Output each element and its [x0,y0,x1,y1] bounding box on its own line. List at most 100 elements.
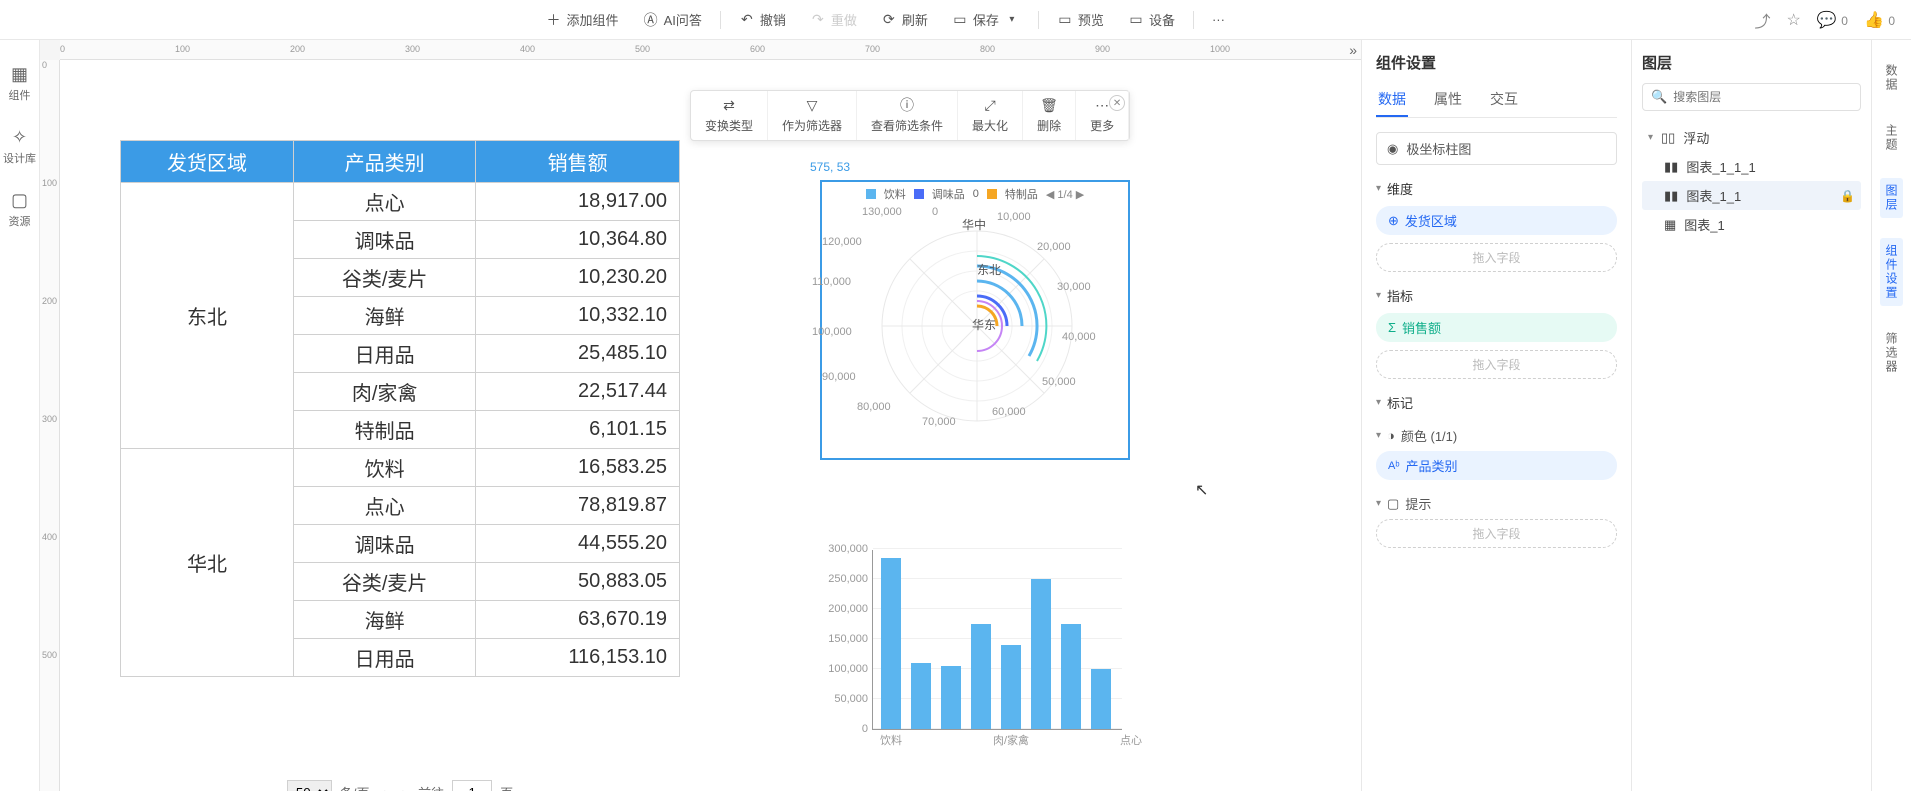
next-page-button[interactable]: › [398,785,410,791]
metric-field[interactable]: Σ销售额 [1376,313,1617,342]
layer-search[interactable]: 🔍 [1642,83,1861,111]
color-subsection[interactable]: ▾◑颜色 (1/1) [1376,426,1617,445]
comment-icon[interactable]: 💬 0 [1817,10,1848,30]
legend-pager[interactable]: ◀ 1/4 ▶ [1046,188,1084,201]
maximize-button[interactable]: ⤢最大化 [958,91,1023,140]
bar[interactable] [1001,645,1021,729]
amount-cell: 16,583.25 [476,449,680,487]
canvas[interactable]: 575, 53 ⇄变换类型 ▽作为筛选器 ⓘ查看筛选条件 ⤢最大化 🗑删除 ⋯更… [60,60,1361,791]
as-filter-button[interactable]: ▽作为筛选器 [768,91,857,140]
bar[interactable] [881,558,901,729]
redo-button[interactable]: ↷重做 [800,6,867,33]
ai-qa-button[interactable]: ⒶAI问答 [633,6,712,33]
info-icon: ⓘ [899,97,915,113]
category-cell: 谷类/麦片 [294,563,476,601]
layer-search-input[interactable] [1673,90,1852,104]
bar-chart-widget[interactable]: 050,000100,000150,000200,000250,000300,0… [820,550,1130,770]
delete-button[interactable]: 🗑删除 [1023,91,1076,140]
ruler-expand-icon[interactable]: » [1349,42,1357,58]
layers-panel: 图层 🔍 ▾▯▯浮动 ▮▮图表_1_1_1 ▮▮图表_1_1🔒 ▦图表_1 [1631,40,1871,791]
right-tab-layers[interactable]: 图层 [1880,178,1903,218]
save-icon: ▭ [952,12,968,28]
tab-attributes[interactable]: 属性 [1432,83,1464,117]
table-header[interactable]: 产品类别 [294,141,476,183]
star-icon[interactable]: ☆ [1787,10,1801,30]
transform-type-button[interactable]: ⇄变换类型 [691,91,768,140]
metric-drop-zone[interactable]: 拖入字段 [1376,350,1617,379]
tab-interaction[interactable]: 交互 [1488,83,1520,117]
add-component-button[interactable]: ＋添加组件 [536,6,629,33]
widget-toolbar-close[interactable]: ✕ [1109,95,1125,111]
right-tab-data[interactable]: 数据 [1880,58,1903,98]
puzzle-icon: ✧ [10,127,30,147]
right-tab-component-settings[interactable]: 组件设置 [1880,238,1903,306]
tip-subsection[interactable]: ▾▢提示 [1376,494,1617,513]
dimension-drop-zone[interactable]: 拖入字段 [1376,243,1617,272]
amount-cell: 10,332.10 [476,297,680,335]
device-button[interactable]: ▭设备 [1118,6,1185,33]
dots-icon: ⋯ [1094,97,1110,113]
right-tab-filter[interactable]: 筛选器 [1880,326,1903,380]
refresh-button[interactable]: ⟳刷新 [871,6,938,33]
layer-item[interactable]: ▦图表_1 [1642,210,1861,239]
page-size-select[interactable]: 50 [287,780,332,791]
bar[interactable] [971,624,991,729]
sidebar-resources[interactable]: ▢资源 [9,190,31,229]
tab-data[interactable]: 数据 [1376,83,1408,117]
amount-cell: 44,555.20 [476,525,680,563]
grid-icon: ▦ [10,64,30,84]
sigma-icon: Σ [1388,320,1396,335]
category-cell: 点心 [294,183,476,221]
table-row[interactable]: 东北点心18,917.00 [121,183,680,221]
amount-cell: 25,485.10 [476,335,680,373]
amount-cell: 18,917.00 [476,183,680,221]
dimension-field[interactable]: ⊕发货区域 [1376,206,1617,235]
more-button[interactable]: ··· [1202,8,1235,31]
lock-icon[interactable]: 🔒 [1840,189,1855,203]
like-icon[interactable]: 👍 0 [1864,10,1895,30]
bar[interactable] [941,666,961,729]
cursor-icon: ↖ [1195,480,1208,500]
tip-drop-zone[interactable]: 拖入字段 [1376,519,1617,548]
metric-section[interactable]: ▾指标 [1376,286,1617,305]
table-icon: ▦ [1664,217,1676,233]
save-button[interactable]: ▭保存▾ [942,6,1030,33]
layer-item[interactable]: ▮▮图表_1_1_1 [1642,152,1861,181]
page-input[interactable] [452,780,492,791]
mark-section[interactable]: ▾标记 [1376,393,1617,412]
view-filter-button[interactable]: ⓘ查看筛选条件 [857,91,958,140]
bar[interactable] [1061,624,1081,729]
share-icon[interactable]: ⤴ [1755,8,1771,32]
table-row[interactable]: 华北饮料16,583.25 [121,449,680,487]
sidebar-components[interactable]: ▦组件 [9,64,31,103]
amount-cell: 10,230.20 [476,259,680,297]
amount-cell: 63,670.19 [476,601,680,639]
droplet-icon: ◑ [1387,428,1395,443]
chart-type-selector[interactable]: ◉ 极坐标柱图 [1376,132,1617,165]
undo-button[interactable]: ↶撤销 [729,6,796,33]
table-header[interactable]: 销售额 [476,141,680,183]
polar-chart-body: 华中 东北 华东 130,000 120,000 110,000 100,000… [822,206,1128,446]
category-cell: 特制品 [294,411,476,449]
layer-root[interactable]: ▾▯▯浮动 [1642,123,1861,152]
category-cell: 日用品 [294,335,476,373]
region-cell: 华北 [121,449,294,677]
dimension-section[interactable]: ▾维度 [1376,179,1617,198]
bar[interactable] [1091,669,1111,729]
layer-item[interactable]: ▮▮图表_1_1🔒 [1642,181,1861,210]
color-field[interactable]: Aᵇ产品类别 [1376,451,1617,480]
bar[interactable] [1031,579,1051,729]
preview-button[interactable]: ▭预览 [1047,6,1114,33]
polar-chart-widget[interactable]: 饮料 调味品 0 特制品 ◀ 1/4 ▶ [820,180,1130,460]
amount-cell: 10,364.80 [476,221,680,259]
settings-tabs: 数据 属性 交互 [1376,83,1617,118]
layers-panel-title: 图层 [1642,52,1861,73]
bar[interactable] [911,663,931,729]
prev-page-button[interactable]: ‹ [377,785,389,791]
table-widget[interactable]: 发货区域产品类别销售额 东北点心18,917.00调味品10,364.80谷类/… [120,140,680,677]
right-tab-theme[interactable]: 主题 [1880,118,1903,158]
table-header[interactable]: 发货区域 [121,141,294,183]
sidebar-design-lib[interactable]: ✧设计库 [3,127,36,166]
plus-icon: ＋ [546,12,562,28]
polar-chart-icon: ◉ [1387,141,1398,157]
